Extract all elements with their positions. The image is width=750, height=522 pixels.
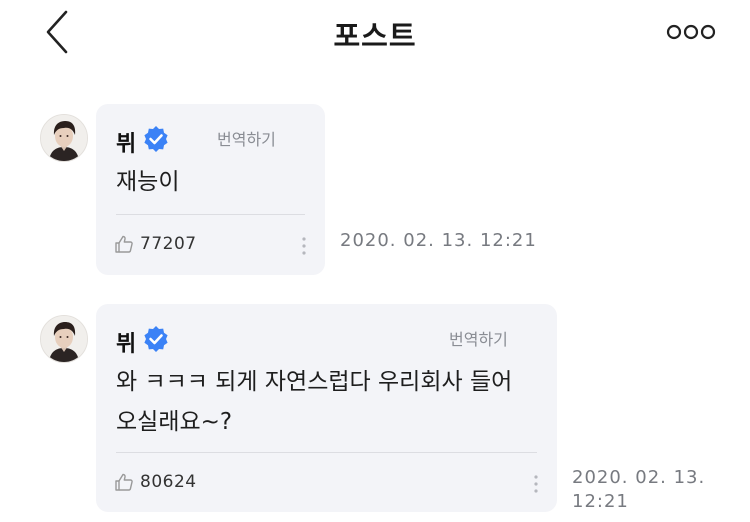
verified-badge-icon (144, 326, 168, 352)
author-name[interactable]: 뷔 (116, 326, 136, 358)
author-name[interactable]: 뷔 (116, 126, 136, 158)
verified-badge-icon (144, 126, 168, 152)
like-button[interactable]: 80624 (114, 469, 197, 495)
avatar[interactable] (40, 114, 88, 162)
post-text: 재능이 (116, 169, 180, 195)
verified-badge (143, 126, 169, 152)
page-title: 포스트 (333, 19, 417, 53)
avatar[interactable] (40, 315, 88, 363)
top-bar: 포스트 (0, 0, 750, 66)
timestamp: 2020. 02. 13. 12:21 (340, 230, 537, 251)
like-button[interactable]: 77207 (114, 231, 197, 257)
like-count: 80624 (140, 472, 197, 492)
divider (116, 452, 537, 453)
translate-button[interactable]: 번역하기 (449, 326, 508, 350)
comment-menu-button[interactable] (297, 235, 311, 257)
like-count: 77207 (140, 234, 197, 254)
more-options-icon (666, 24, 716, 40)
vertical-dots-icon (534, 475, 538, 493)
comment-menu-button[interactable] (529, 473, 543, 495)
post-text: 와 ㅋㅋㅋ 되게 자연스럽다 우리회사 들어 오실래요~? (116, 369, 513, 435)
verified-badge (143, 326, 169, 352)
profile-photo-icon (41, 115, 87, 161)
profile-photo-icon (41, 316, 87, 362)
vertical-dots-icon (302, 237, 306, 255)
thumbs-up-icon (115, 235, 133, 253)
divider (116, 214, 305, 215)
thumbs-up-icon (115, 473, 133, 491)
translate-button[interactable]: 번역하기 (217, 126, 276, 150)
more-options-button[interactable] (660, 20, 722, 44)
timestamp: 2020. 02. 13. 12:21 (572, 467, 706, 512)
